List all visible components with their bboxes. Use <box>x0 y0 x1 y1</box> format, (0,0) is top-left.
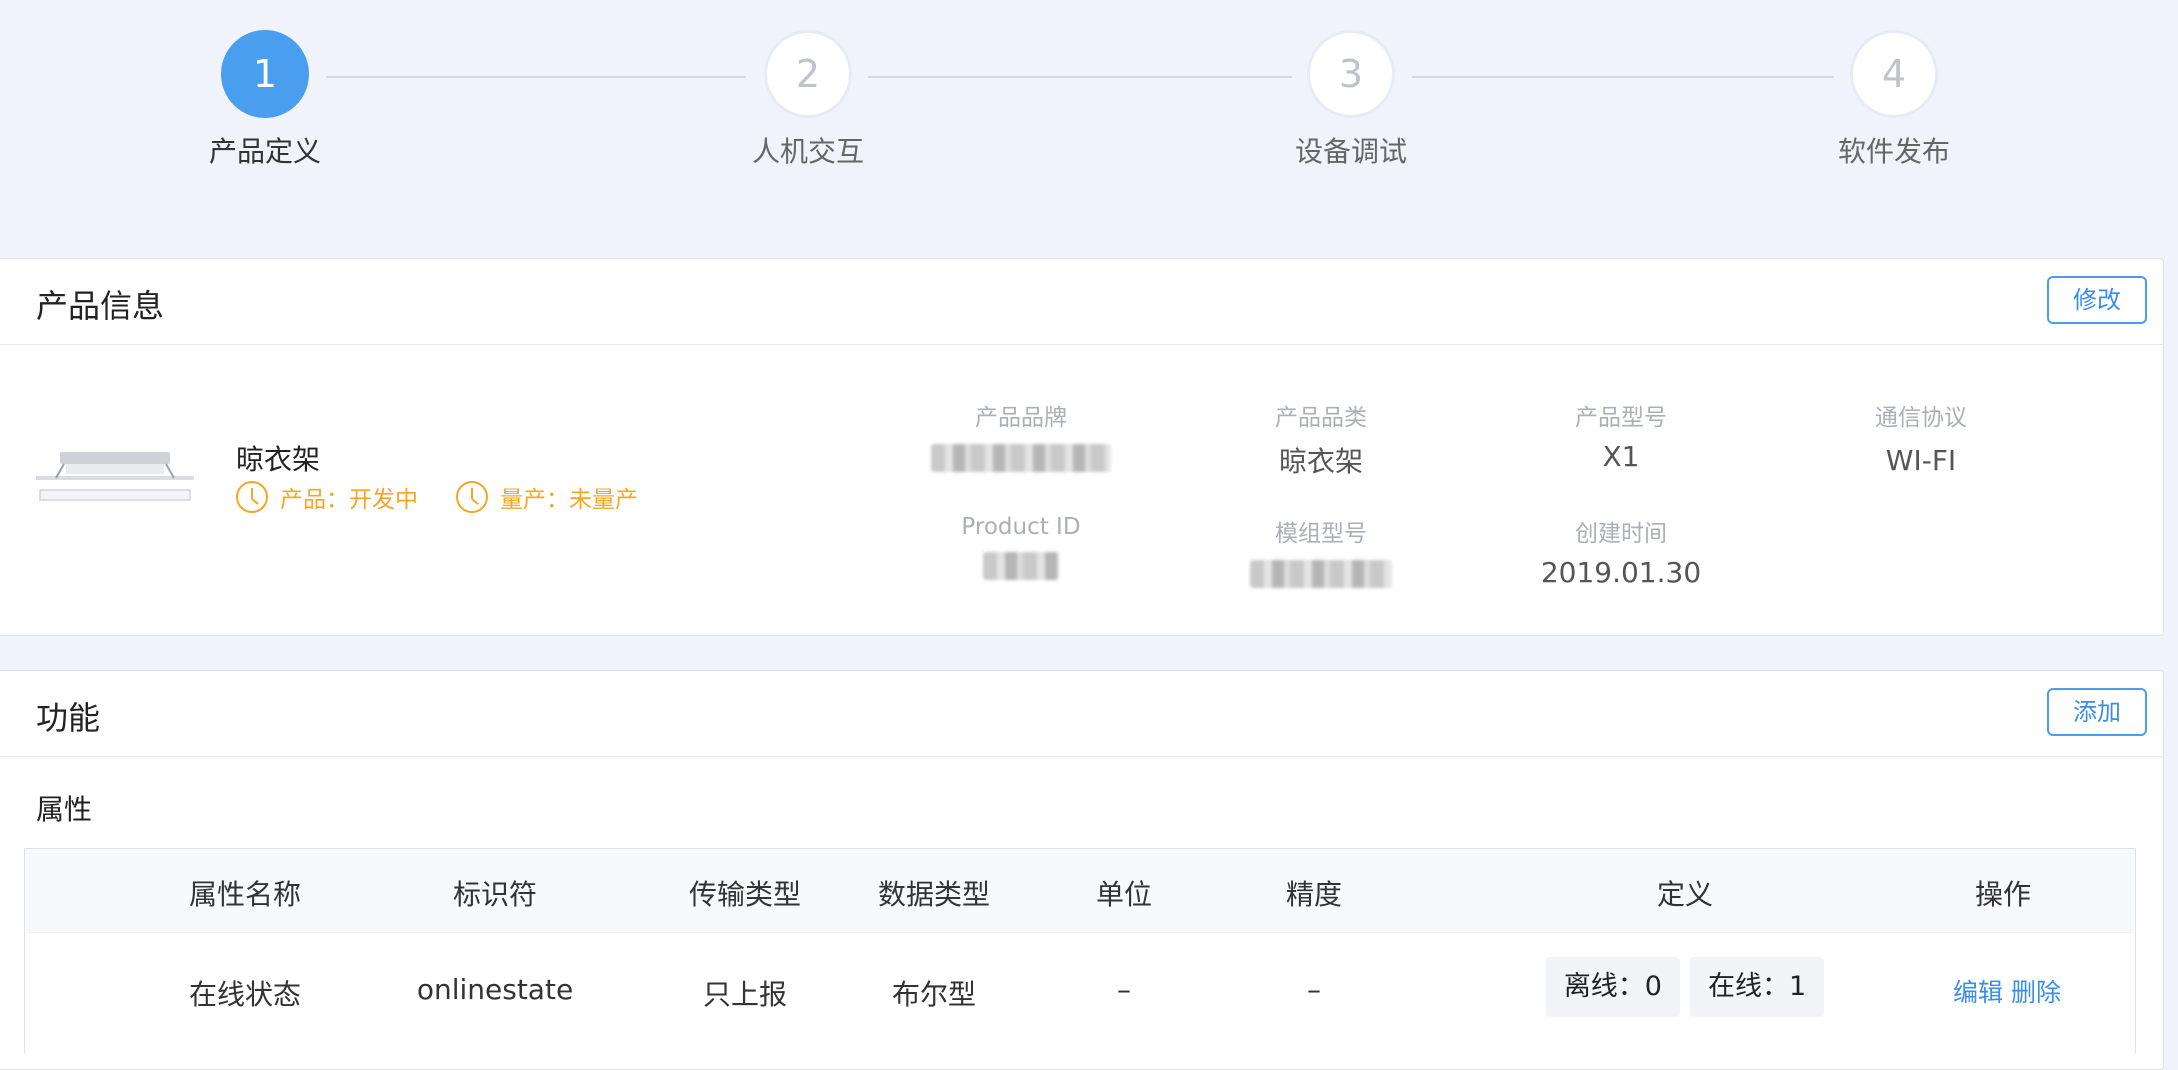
field-protocol: 通信协议 WI-FI <box>1791 398 2051 480</box>
field-label: Product ID <box>961 514 1081 540</box>
brand-value-redacted <box>891 440 1151 476</box>
module-value-redacted <box>1191 556 1451 592</box>
mass-production-status: 量产：未量产 <box>456 480 638 514</box>
field-value: WI-FI <box>1885 444 1957 477</box>
card-header: 产品信息 修改 <box>0 259 2163 345</box>
step-connector <box>1412 76 1834 78</box>
step-label: 软件发布 <box>1837 135 1950 168</box>
card-title: 功能 <box>36 699 101 737</box>
progress-steps: 1 产品定义 2 人机交互 3 设备调试 4 软件发布 <box>0 0 2178 200</box>
add-button[interactable]: 添加 <box>2047 688 2147 736</box>
field-model: 产品型号 X1 <box>1491 398 1751 476</box>
section-title-attributes: 属性 <box>36 793 93 826</box>
field-label: 产品品牌 <box>975 405 1067 431</box>
cell-actions: 编辑 删除 <box>1903 973 2103 1009</box>
product-id-redacted <box>891 548 1151 584</box>
step-number: 4 <box>1850 30 1938 118</box>
step-connector <box>868 76 1292 78</box>
step-label: 产品定义 <box>208 135 321 168</box>
column-header: 操作 <box>1974 878 2031 911</box>
delete-link[interactable]: 删除 <box>2011 978 2061 1007</box>
mass-production-status-text: 量产：未量产 <box>500 487 638 513</box>
field-value: 2019.01.30 <box>1540 556 1702 589</box>
clock-icon <box>456 481 488 513</box>
column-header: 定义 <box>1656 878 1713 911</box>
field-label: 创建时间 <box>1575 521 1667 547</box>
table-row: 在线状态 onlinestate 只上报 布尔型 – – 离线：0 在线：1 编辑… <box>25 933 2135 1053</box>
card-header: 功能 添加 <box>0 671 2163 757</box>
step-number: 1 <box>221 30 309 118</box>
field-label: 产品品类 <box>1275 405 1367 431</box>
step-label: 人机交互 <box>751 135 864 168</box>
column-header: 精度 <box>1285 878 1342 911</box>
field-label: 产品型号 <box>1575 405 1667 431</box>
cell-definition: 离线：0 在线：1 <box>1425 957 1945 1017</box>
product-status-text: 产品：开发中 <box>280 487 418 513</box>
field-value: X1 <box>1602 440 1640 473</box>
product-name: 晾衣架 <box>236 443 321 476</box>
edit-button[interactable]: 修改 <box>2047 276 2147 324</box>
edit-link[interactable]: 编辑 <box>1953 978 2003 1007</box>
field-category: 产品品类 晾衣架 <box>1191 398 1451 478</box>
step-label: 设备调试 <box>1294 135 1407 168</box>
field-label: 通信协议 <box>1875 405 1967 431</box>
step-connector <box>326 76 746 78</box>
product-image <box>36 452 194 501</box>
definition-tag-offline: 离线：0 <box>1545 957 1680 1017</box>
table-header: 属性名称 标识符 传输类型 数据类型 单位 精度 定义 操作 <box>25 849 2135 933</box>
card-title: 产品信息 <box>36 287 165 325</box>
field-module: 模组型号 <box>1191 514 1451 592</box>
step-device-debug[interactable]: 3 设备调试 <box>1251 30 1451 170</box>
attributes-table: 属性名称 标识符 传输类型 数据类型 单位 精度 定义 操作 在线状态 onli… <box>24 848 2136 1053</box>
step-number: 3 <box>1307 30 1395 118</box>
field-product-id: Product ID <box>891 514 1151 584</box>
step-software-release[interactable]: 4 软件发布 <box>1794 30 1994 170</box>
field-brand: 产品品牌 <box>891 398 1151 476</box>
field-label: 模组型号 <box>1275 521 1367 547</box>
step-product-definition[interactable]: 1 产品定义 <box>165 30 365 170</box>
clock-icon <box>236 481 268 513</box>
field-created-time: 创建时间 2019.01.30 <box>1491 514 1751 592</box>
definition-tag-online: 在线：1 <box>1690 957 1825 1017</box>
step-number: 2 <box>764 30 852 118</box>
step-human-interaction[interactable]: 2 人机交互 <box>708 30 908 170</box>
field-value: 晾衣架 <box>1278 445 1363 478</box>
product-status: 产品：开发中 <box>236 480 418 514</box>
